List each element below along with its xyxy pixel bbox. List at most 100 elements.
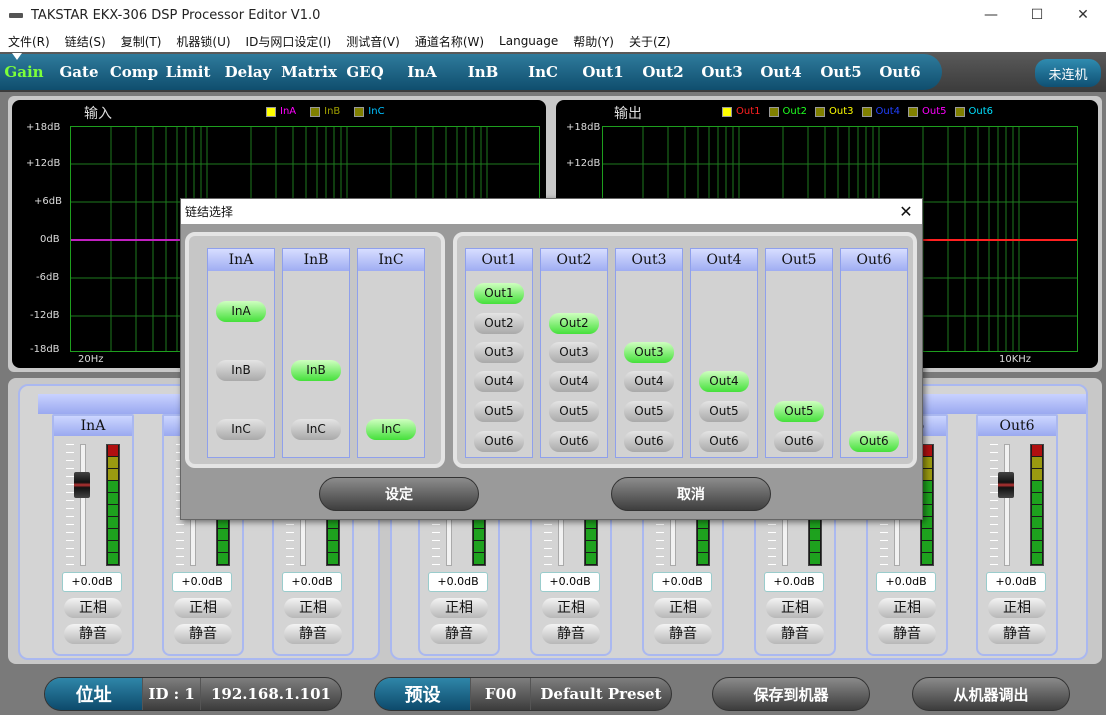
link-option-out6[interactable]: Out6 — [624, 431, 674, 452]
link-option-out2[interactable]: Out2 — [549, 313, 599, 334]
gain-value-field[interactable]: +0.0dB — [282, 572, 342, 592]
tab-inc[interactable]: InC — [512, 54, 574, 90]
tab-inb[interactable]: InB — [454, 54, 512, 90]
link-option-out5[interactable]: Out5 — [774, 401, 824, 422]
menu-copy[interactable]: 复制(T) — [113, 33, 169, 50]
link-option-out5[interactable]: Out5 — [549, 401, 599, 422]
gain-value-field[interactable]: +0.0dB — [986, 572, 1046, 592]
minimize-button[interactable]: — — [968, 0, 1014, 30]
phase-button[interactable]: 正相 — [878, 598, 936, 618]
legend-checkbox-inc[interactable] — [354, 106, 365, 117]
gain-value-field[interactable]: +0.0dB — [428, 572, 488, 592]
close-button[interactable]: ✕ — [1060, 0, 1106, 30]
link-option-out6[interactable]: Out6 — [774, 431, 824, 452]
link-option-out6[interactable]: Out6 — [549, 431, 599, 452]
link-option-out3[interactable]: Out3 — [624, 342, 674, 363]
tab-geq[interactable]: GEQ — [340, 54, 390, 90]
save-to-device-button[interactable]: 保存到机器 — [712, 677, 870, 711]
link-option-inb[interactable]: InB — [291, 360, 341, 381]
tab-out6[interactable]: Out6 — [870, 54, 930, 90]
dialog-ok-button[interactable]: 设定 — [319, 477, 479, 511]
tab-out5[interactable]: Out5 — [812, 54, 870, 90]
tab-comp[interactable]: Comp — [110, 54, 158, 90]
link-option-out4[interactable]: Out4 — [474, 371, 524, 392]
mute-button[interactable]: 静音 — [654, 624, 712, 644]
tab-limit[interactable]: Limit — [158, 54, 218, 90]
load-from-device-button[interactable]: 从机器调出 — [912, 677, 1070, 711]
gain-value-field[interactable]: +0.0dB — [172, 572, 232, 592]
dialog-cancel-button[interactable]: 取消 — [611, 477, 771, 511]
legend-checkbox-inb[interactable] — [310, 106, 321, 117]
preset-name[interactable]: Default Preset — [529, 678, 671, 710]
fader-track[interactable] — [1004, 444, 1010, 566]
legend-checkbox-out3[interactable] — [815, 106, 825, 117]
gain-value-field[interactable]: +0.0dB — [652, 572, 712, 592]
phase-button[interactable]: 正相 — [766, 598, 824, 618]
link-option-inb[interactable]: InB — [216, 360, 266, 381]
menu-language[interactable]: Language — [491, 34, 565, 48]
phase-button[interactable]: 正相 — [174, 598, 232, 618]
phase-button[interactable]: 正相 — [430, 598, 488, 618]
link-option-out5[interactable]: Out5 — [699, 401, 749, 422]
link-option-out3[interactable]: Out3 — [549, 342, 599, 363]
phase-button[interactable]: 正相 — [988, 598, 1046, 618]
gain-value-field[interactable]: +0.0dB — [764, 572, 824, 592]
tab-out1[interactable]: Out1 — [574, 54, 632, 90]
legend-checkbox-out1[interactable] — [722, 106, 732, 117]
tab-out3[interactable]: Out3 — [694, 54, 750, 90]
menu-help[interactable]: 帮助(Y) — [565, 33, 621, 50]
mute-button[interactable]: 静音 — [284, 624, 342, 644]
tab-gate[interactable]: Gate — [48, 54, 110, 90]
link-option-inc[interactable]: InC — [216, 419, 266, 440]
mute-button[interactable]: 静音 — [766, 624, 824, 644]
mute-button[interactable]: 静音 — [542, 624, 600, 644]
phase-button[interactable]: 正相 — [654, 598, 712, 618]
menu-about[interactable]: 关于(Z) — [621, 33, 678, 50]
link-option-inc[interactable]: InC — [291, 419, 341, 440]
gain-value-field[interactable]: +0.0dB — [62, 572, 122, 592]
link-option-out1[interactable]: Out1 — [474, 283, 524, 304]
mute-button[interactable]: 静音 — [174, 624, 232, 644]
menu-channel-name[interactable]: 通道名称(W) — [407, 33, 491, 50]
link-option-out6[interactable]: Out6 — [849, 431, 899, 452]
link-option-out4[interactable]: Out4 — [699, 371, 749, 392]
fader-track[interactable] — [80, 444, 86, 566]
menu-file[interactable]: 文件(R) — [0, 33, 57, 50]
legend-checkbox-ina[interactable] — [266, 106, 276, 117]
legend-checkbox-out5[interactable] — [908, 106, 918, 117]
legend-checkbox-out2[interactable] — [768, 106, 779, 117]
link-option-out5[interactable]: Out5 — [624, 401, 674, 422]
tab-ina[interactable]: InA — [390, 54, 454, 90]
dialog-close-icon[interactable]: ✕ — [896, 201, 916, 221]
menu-link[interactable]: 链结(S) — [57, 33, 113, 50]
menu-test-tone[interactable]: 测试音(V) — [338, 33, 407, 50]
fader-handle[interactable] — [998, 472, 1014, 498]
mute-button[interactable]: 静音 — [430, 624, 488, 644]
phase-button[interactable]: 正相 — [542, 598, 600, 618]
tab-matrix[interactable]: Matrix — [278, 54, 340, 90]
link-option-out4[interactable]: Out4 — [624, 371, 674, 392]
phase-button[interactable]: 正相 — [64, 598, 122, 618]
menu-id-network[interactable]: ID与网口设定(I) — [238, 33, 339, 50]
tab-gain[interactable]: Gain — [0, 53, 48, 90]
gain-value-field[interactable]: +0.0dB — [876, 572, 936, 592]
link-option-out5[interactable]: Out5 — [474, 401, 524, 422]
mute-button[interactable]: 静音 — [878, 624, 936, 644]
legend-checkbox-out4[interactable] — [861, 106, 872, 117]
mute-button[interactable]: 静音 — [64, 624, 122, 644]
link-option-out6[interactable]: Out6 — [699, 431, 749, 452]
link-option-out2[interactable]: Out2 — [474, 313, 524, 334]
link-option-inc[interactable]: InC — [366, 419, 416, 440]
tab-out2[interactable]: Out2 — [632, 54, 694, 90]
link-option-out3[interactable]: Out3 — [474, 342, 524, 363]
link-option-out6[interactable]: Out6 — [474, 431, 524, 452]
tab-delay[interactable]: Delay — [218, 54, 278, 90]
link-option-ina[interactable]: InA — [216, 301, 266, 322]
menu-device-lock[interactable]: 机器锁(U) — [168, 33, 237, 50]
gain-value-field[interactable]: +0.0dB — [540, 572, 600, 592]
legend-checkbox-out6[interactable] — [954, 106, 965, 117]
tab-out4[interactable]: Out4 — [750, 54, 812, 90]
connect-status-button[interactable]: 未连机 — [1035, 59, 1101, 87]
link-option-out4[interactable]: Out4 — [549, 371, 599, 392]
mute-button[interactable]: 静音 — [988, 624, 1046, 644]
